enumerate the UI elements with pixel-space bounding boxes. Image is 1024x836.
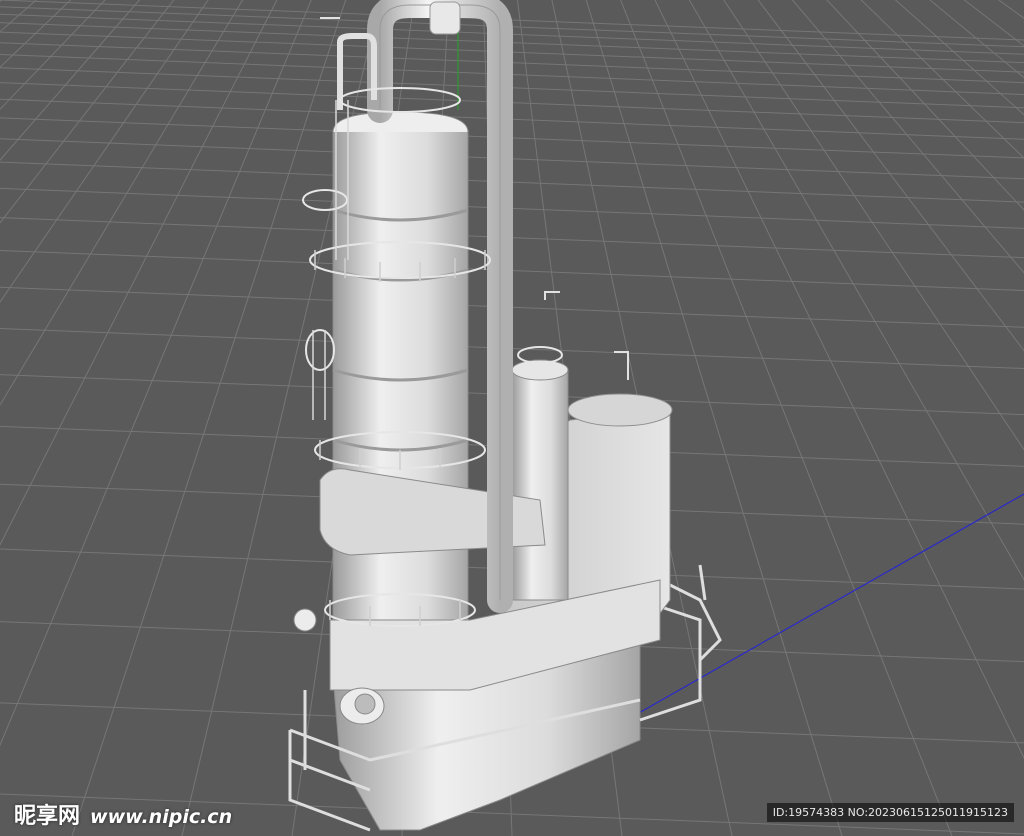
site-watermark: 昵享网 www.nipic.cn: [14, 798, 232, 830]
tower-model[interactable]: [288, 0, 722, 832]
secondary-vessel: [511, 369, 569, 601]
nozzle-left: [293, 608, 317, 632]
site-url: www.nipic.cn: [90, 806, 233, 828]
nozzle-bottom-inner: [354, 693, 376, 715]
pipe-flange: [429, 1, 461, 35]
site-name: 昵享网: [14, 804, 81, 829]
housing-top: [567, 393, 673, 427]
3d-viewport[interactable]: 昵享网 www.nipic.cn ID:19574383 NO:202306151…: [0, 0, 1024, 836]
x-axis-line: [629, 493, 1024, 719]
viewport-canvas[interactable]: [0, 0, 1024, 836]
image-info-watermark: ID:19574383 NO:20230615125011915123: [766, 803, 1014, 822]
